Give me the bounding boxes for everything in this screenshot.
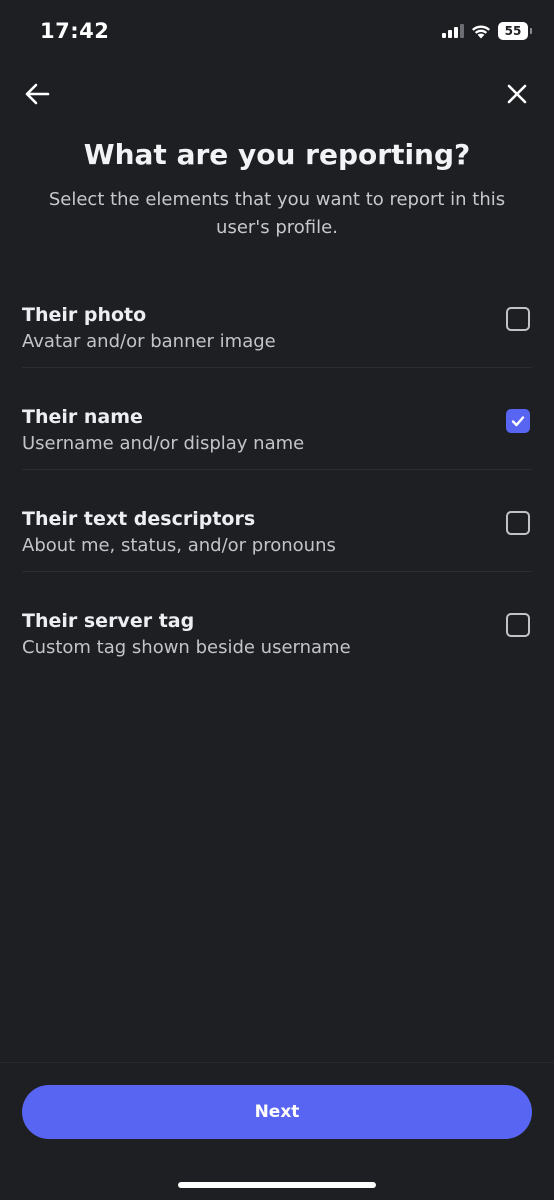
option-their-name[interactable]: Their name Username and/or display name	[22, 368, 532, 470]
status-bar: 17:42 55	[0, 0, 554, 66]
option-their-server-tag[interactable]: Their server tag Custom tag shown beside…	[22, 572, 532, 673]
page-subtitle: Select the elements that you want to rep…	[48, 189, 506, 238]
page-title: What are you reporting?	[83, 138, 471, 171]
report-options-list: Their photo Avatar and/or banner image T…	[22, 266, 532, 673]
close-icon	[507, 84, 527, 104]
option-title: Their photo	[22, 304, 147, 326]
option-description: Avatar and/or banner image	[22, 331, 276, 352]
option-description: Username and/or display name	[22, 433, 305, 454]
checkbox[interactable]	[506, 307, 530, 331]
option-their-photo[interactable]: Their photo Avatar and/or banner image	[22, 266, 532, 368]
option-title: Their text descriptors	[22, 508, 256, 530]
home-indicator	[178, 1182, 376, 1188]
arrow-left-icon	[25, 83, 50, 105]
option-description: Custom tag shown beside username	[22, 637, 351, 658]
status-icons: 55	[442, 22, 532, 40]
back-button[interactable]	[19, 76, 55, 112]
checkbox[interactable]	[506, 511, 530, 535]
wifi-icon	[472, 24, 490, 38]
option-their-text-descriptors[interactable]: Their text descriptors About me, status,…	[22, 470, 532, 572]
close-button[interactable]	[499, 76, 535, 112]
cellular-signal-icon	[442, 24, 464, 38]
battery-icon: 55	[498, 22, 532, 40]
status-time: 17:42	[40, 19, 110, 43]
checkbox[interactable]	[506, 409, 530, 433]
option-title: Their name	[22, 406, 143, 428]
footer-divider	[0, 1062, 554, 1063]
option-description: About me, status, and/or pronouns	[22, 535, 336, 556]
option-title: Their server tag	[22, 610, 195, 632]
next-button[interactable]: Next	[22, 1085, 532, 1139]
checkmark-icon	[511, 416, 525, 427]
checkbox[interactable]	[506, 613, 530, 637]
